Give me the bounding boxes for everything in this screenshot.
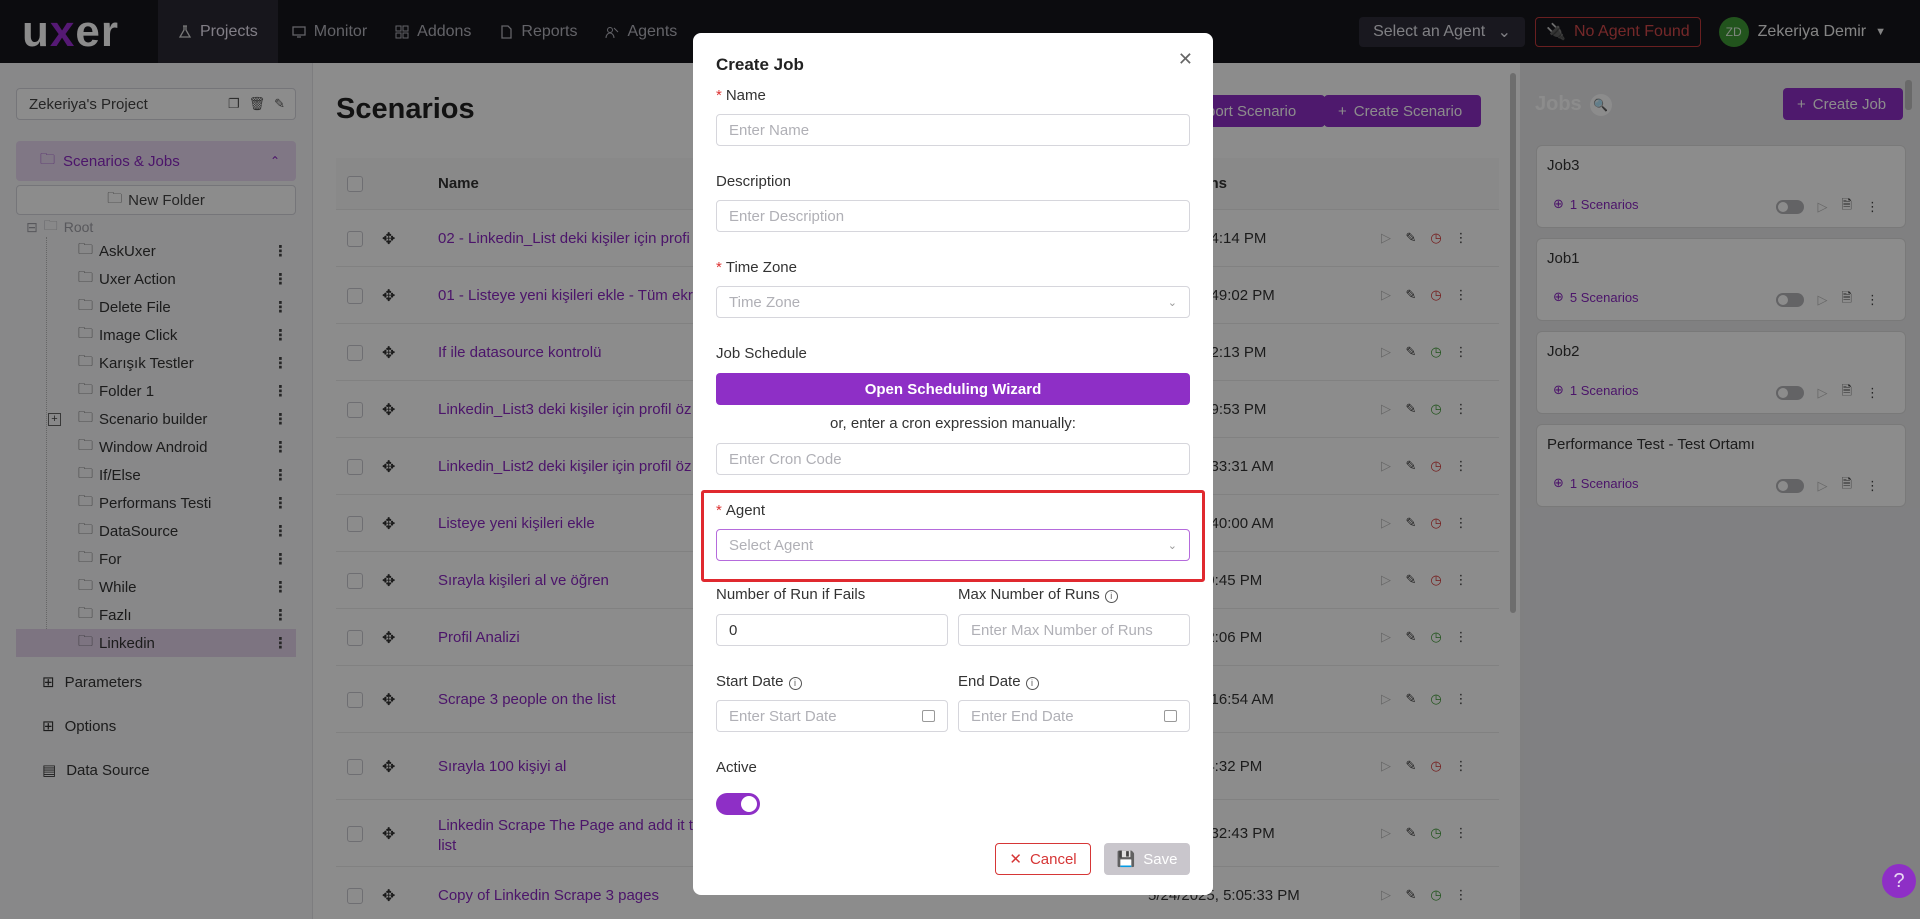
end-date-label: End Date i: [958, 673, 1039, 690]
job-schedule-label: Job Schedule: [716, 345, 807, 362]
calendar-icon[interactable]: [922, 710, 935, 722]
cancel-label: Cancel: [1029, 850, 1077, 868]
wizard-label: Open Scheduling Wizard: [864, 380, 1042, 398]
info-icon[interactable]: i: [1025, 676, 1039, 690]
chevron-down-icon: ⌄: [1167, 539, 1177, 552]
agent-label-text: Agent: [725, 502, 766, 519]
name-label: * Name: [716, 87, 766, 104]
description-label: Description: [716, 173, 792, 190]
calendar-icon[interactable]: [1164, 710, 1177, 722]
name-input[interactable]: Enter Name: [716, 114, 1190, 146]
active-toggle[interactable]: [716, 793, 760, 815]
start-date-placeholder: Enter Start Date: [729, 707, 837, 725]
modal-title: Create Job: [716, 55, 804, 74]
agent-select[interactable]: Select Agent ⌄: [716, 529, 1190, 561]
runs-if-fails-input[interactable]: 0: [716, 614, 948, 646]
info-icon[interactable]: i: [1104, 589, 1118, 603]
end-date-placeholder: Enter End Date: [971, 707, 1074, 725]
save-label: Save: [1143, 850, 1178, 868]
close-icon: ✕: [1009, 851, 1022, 868]
timezone-select[interactable]: Time Zone ⌄: [716, 286, 1190, 318]
start-date-label: Start Date i: [716, 673, 802, 690]
max-runs-input[interactable]: Enter Max Number of Runs: [958, 614, 1190, 646]
save-icon: 💾: [1116, 851, 1136, 868]
runs-if-fails-value: 0: [729, 621, 738, 639]
start-date-label-text: Start Date: [716, 673, 784, 690]
cron-hint: or, enter a cron expression manually:: [830, 415, 1076, 432]
help-button[interactable]: ?: [1882, 864, 1916, 898]
timezone-placeholder: Time Zone: [729, 293, 801, 311]
required-mark: *: [716, 259, 722, 276]
agent-placeholder: Select Agent: [729, 536, 814, 554]
close-icon[interactable]: ✕: [1178, 49, 1193, 70]
description-placeholder: Enter Description: [729, 207, 845, 225]
max-runs-label: Max Number of Runs i: [958, 586, 1118, 603]
cron-input[interactable]: Enter Cron Code: [716, 443, 1190, 475]
name-label-text: Name: [725, 87, 766, 104]
info-icon[interactable]: i: [788, 676, 802, 690]
runs-if-fails-label: Number of Run if Fails: [716, 586, 866, 603]
agent-label: * Agent: [716, 502, 765, 519]
open-scheduling-wizard-button[interactable]: Open Scheduling Wizard: [716, 373, 1190, 405]
required-mark: *: [716, 87, 722, 104]
name-placeholder: Enter Name: [729, 121, 810, 139]
description-input[interactable]: Enter Description: [716, 200, 1190, 232]
cron-placeholder: Enter Cron Code: [729, 450, 842, 468]
create-job-modal: Create Job ✕ * Name Enter Name Descriptio…: [693, 33, 1213, 895]
cancel-button[interactable]: ✕ Cancel: [995, 843, 1091, 875]
start-date-input[interactable]: Enter Start Date: [716, 700, 948, 732]
max-runs-placeholder: Enter Max Number of Runs: [971, 621, 1153, 639]
end-date-label-text: End Date: [958, 673, 1021, 690]
chevron-down-icon: ⌄: [1167, 296, 1177, 309]
timezone-label-text: Time Zone: [725, 259, 797, 276]
max-runs-label-text: Max Number of Runs: [958, 586, 1100, 603]
active-label: Active: [716, 759, 757, 776]
timezone-label: * Time Zone: [716, 259, 797, 276]
save-button[interactable]: 💾 Save: [1104, 843, 1190, 875]
required-mark: *: [716, 502, 722, 519]
end-date-input[interactable]: Enter End Date: [958, 700, 1190, 732]
